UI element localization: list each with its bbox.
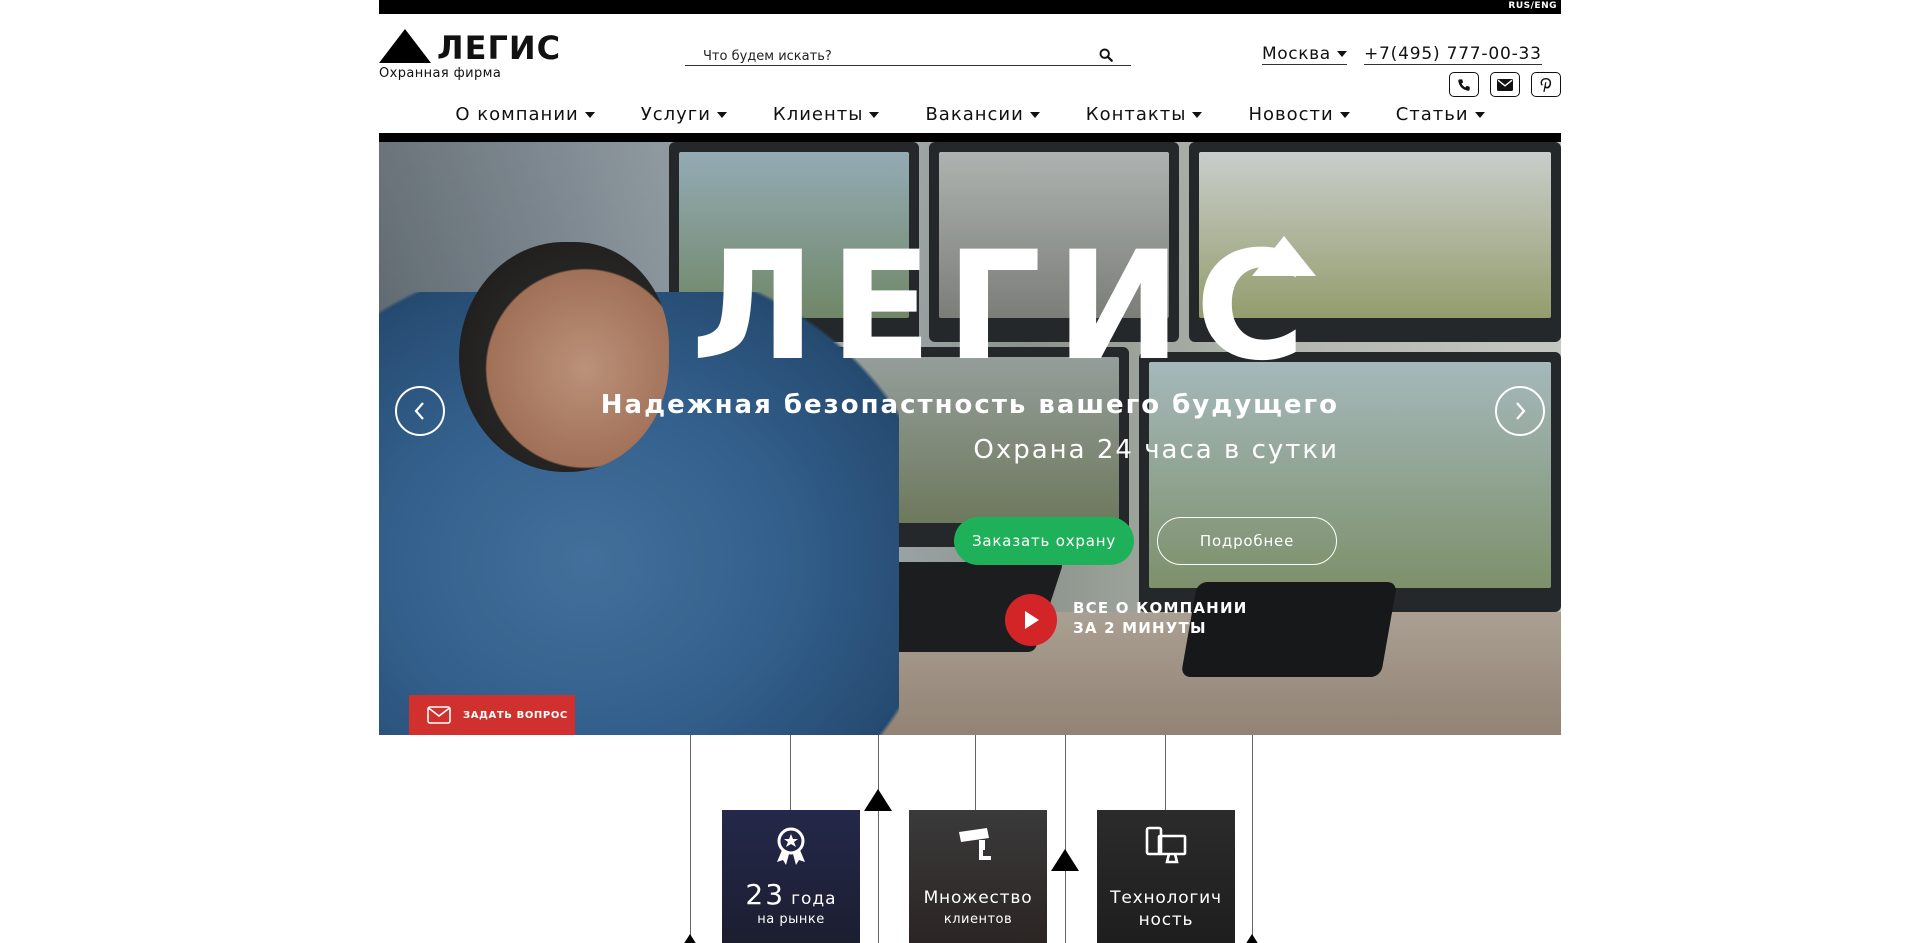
phone-number[interactable]: +7(495) 777-00-33 bbox=[1364, 44, 1542, 65]
timeline-line bbox=[1252, 735, 1253, 943]
top-strip: RUS/ENG bbox=[379, 0, 1561, 14]
chevron-down-icon bbox=[1474, 112, 1485, 118]
ask-question-button[interactable]: ЗАДАТЬ ВОПРОС bbox=[409, 695, 575, 735]
main-nav: О компании Услуги Клиенты Вакансии Конта… bbox=[379, 104, 1561, 128]
devices-icon bbox=[1145, 826, 1187, 864]
timeline-line bbox=[878, 735, 879, 943]
ask-question-label: ЗАДАТЬ ВОПРОС bbox=[463, 709, 568, 721]
nav-item-vacancies[interactable]: Вакансии bbox=[902, 104, 1062, 128]
years-number: 23 bbox=[745, 878, 786, 911]
search-bar bbox=[685, 45, 1131, 67]
chevron-down-icon bbox=[1336, 51, 1347, 57]
more-button[interactable]: Подробнее bbox=[1157, 517, 1337, 565]
search-icon[interactable] bbox=[1099, 48, 1113, 62]
timeline-triangle-icon bbox=[1238, 934, 1266, 943]
video-caption[interactable]: ВСЕ О КОМПАНИИ ЗА 2 МИНУТЫ bbox=[1073, 598, 1247, 638]
nav-item-label: О компании bbox=[455, 104, 579, 125]
nav-item-services[interactable]: Услуги bbox=[618, 104, 750, 128]
city-label: Москва bbox=[1262, 44, 1331, 64]
timeline-triangle-icon bbox=[864, 789, 892, 811]
play-icon bbox=[1025, 611, 1039, 629]
chevron-down-icon bbox=[1192, 112, 1203, 118]
nav-item-label: Клиенты bbox=[772, 104, 864, 125]
chevron-down-icon bbox=[716, 112, 727, 118]
logo-subtitle: Охранная фирма bbox=[379, 66, 502, 81]
logo-triangle-icon bbox=[379, 29, 431, 63]
nav-item-label: Контакты bbox=[1085, 104, 1187, 125]
nav-item-label: Услуги bbox=[640, 104, 711, 125]
clients-caption: клиентов bbox=[943, 912, 1013, 927]
chevron-right-icon bbox=[1516, 402, 1526, 420]
feature-card-years[interactable]: 23 года на рынке bbox=[722, 810, 860, 943]
video-caption-line: ВСЕ О КОМПАНИИ bbox=[1073, 599, 1248, 617]
hero-tagline: Охрана 24 часа в сутки bbox=[973, 435, 1339, 465]
nav-item-clients[interactable]: Клиенты bbox=[750, 104, 903, 128]
nav-divider bbox=[379, 133, 1561, 142]
slider-next-button[interactable] bbox=[1495, 386, 1545, 436]
timeline-line bbox=[690, 735, 691, 943]
chevron-down-icon bbox=[1339, 112, 1350, 118]
nav-item-label: Новости bbox=[1248, 104, 1334, 125]
city-select[interactable]: Москва bbox=[1262, 44, 1347, 65]
chevron-down-icon bbox=[1029, 112, 1040, 118]
timeline-triangle-icon bbox=[1051, 849, 1079, 871]
mail-icon[interactable] bbox=[1490, 72, 1520, 97]
pinterest-icon[interactable] bbox=[1531, 72, 1561, 97]
technology-title: Технологич bbox=[1110, 888, 1222, 908]
clients-title: Множество bbox=[923, 888, 1033, 908]
feature-card-clients[interactable]: Множество клиентов bbox=[909, 810, 1047, 943]
slider-prev-button[interactable] bbox=[395, 386, 445, 436]
hero-title: ЛЕГИС bbox=[691, 220, 1320, 394]
hero-subtitle: Надежная безопастность вашего будущего bbox=[600, 390, 1339, 420]
nav-item-label: Статьи bbox=[1395, 104, 1469, 125]
hero-slider: ЛЕГИС Надежная безопастность вашего буду… bbox=[379, 142, 1561, 735]
logo-name: ЛЕГИС bbox=[437, 29, 562, 67]
timeline-triangle-icon bbox=[676, 934, 704, 943]
chevron-down-icon bbox=[869, 112, 880, 118]
envelope-icon bbox=[427, 706, 451, 724]
nav-item-label: Вакансии bbox=[925, 104, 1024, 125]
language-switch[interactable]: RUS/ENG bbox=[1508, 1, 1557, 11]
nav-item-contacts[interactable]: Контакты bbox=[1063, 104, 1226, 128]
chevron-left-icon bbox=[414, 402, 424, 420]
logo[interactable]: ЛЕГИС Охранная фирма bbox=[379, 28, 562, 84]
phone-icon[interactable] bbox=[1449, 72, 1479, 97]
chevron-down-icon bbox=[584, 112, 595, 118]
timeline-line bbox=[1065, 735, 1066, 943]
award-icon bbox=[777, 827, 805, 865]
order-security-button[interactable]: Заказать охрану bbox=[954, 517, 1134, 565]
years-count: 23 года bbox=[722, 878, 860, 911]
contact-icons bbox=[1449, 72, 1561, 97]
video-caption-line: ЗА 2 МИНУТЫ bbox=[1073, 619, 1207, 637]
years-caption: на рынке bbox=[757, 912, 825, 927]
search-input[interactable] bbox=[685, 46, 1085, 67]
cctv-camera-icon bbox=[959, 828, 991, 860]
play-video-button[interactable] bbox=[1005, 594, 1057, 646]
years-unit: года bbox=[791, 889, 837, 909]
nav-item-articles[interactable]: Статьи bbox=[1373, 104, 1508, 128]
nav-item-about[interactable]: О компании bbox=[432, 104, 617, 128]
feature-card-technology[interactable]: Технологич ность bbox=[1097, 810, 1235, 943]
technology-title-cont: ность bbox=[1138, 910, 1194, 930]
hero-triangle-icon bbox=[1252, 236, 1316, 276]
nav-item-news[interactable]: Новости bbox=[1225, 104, 1372, 128]
